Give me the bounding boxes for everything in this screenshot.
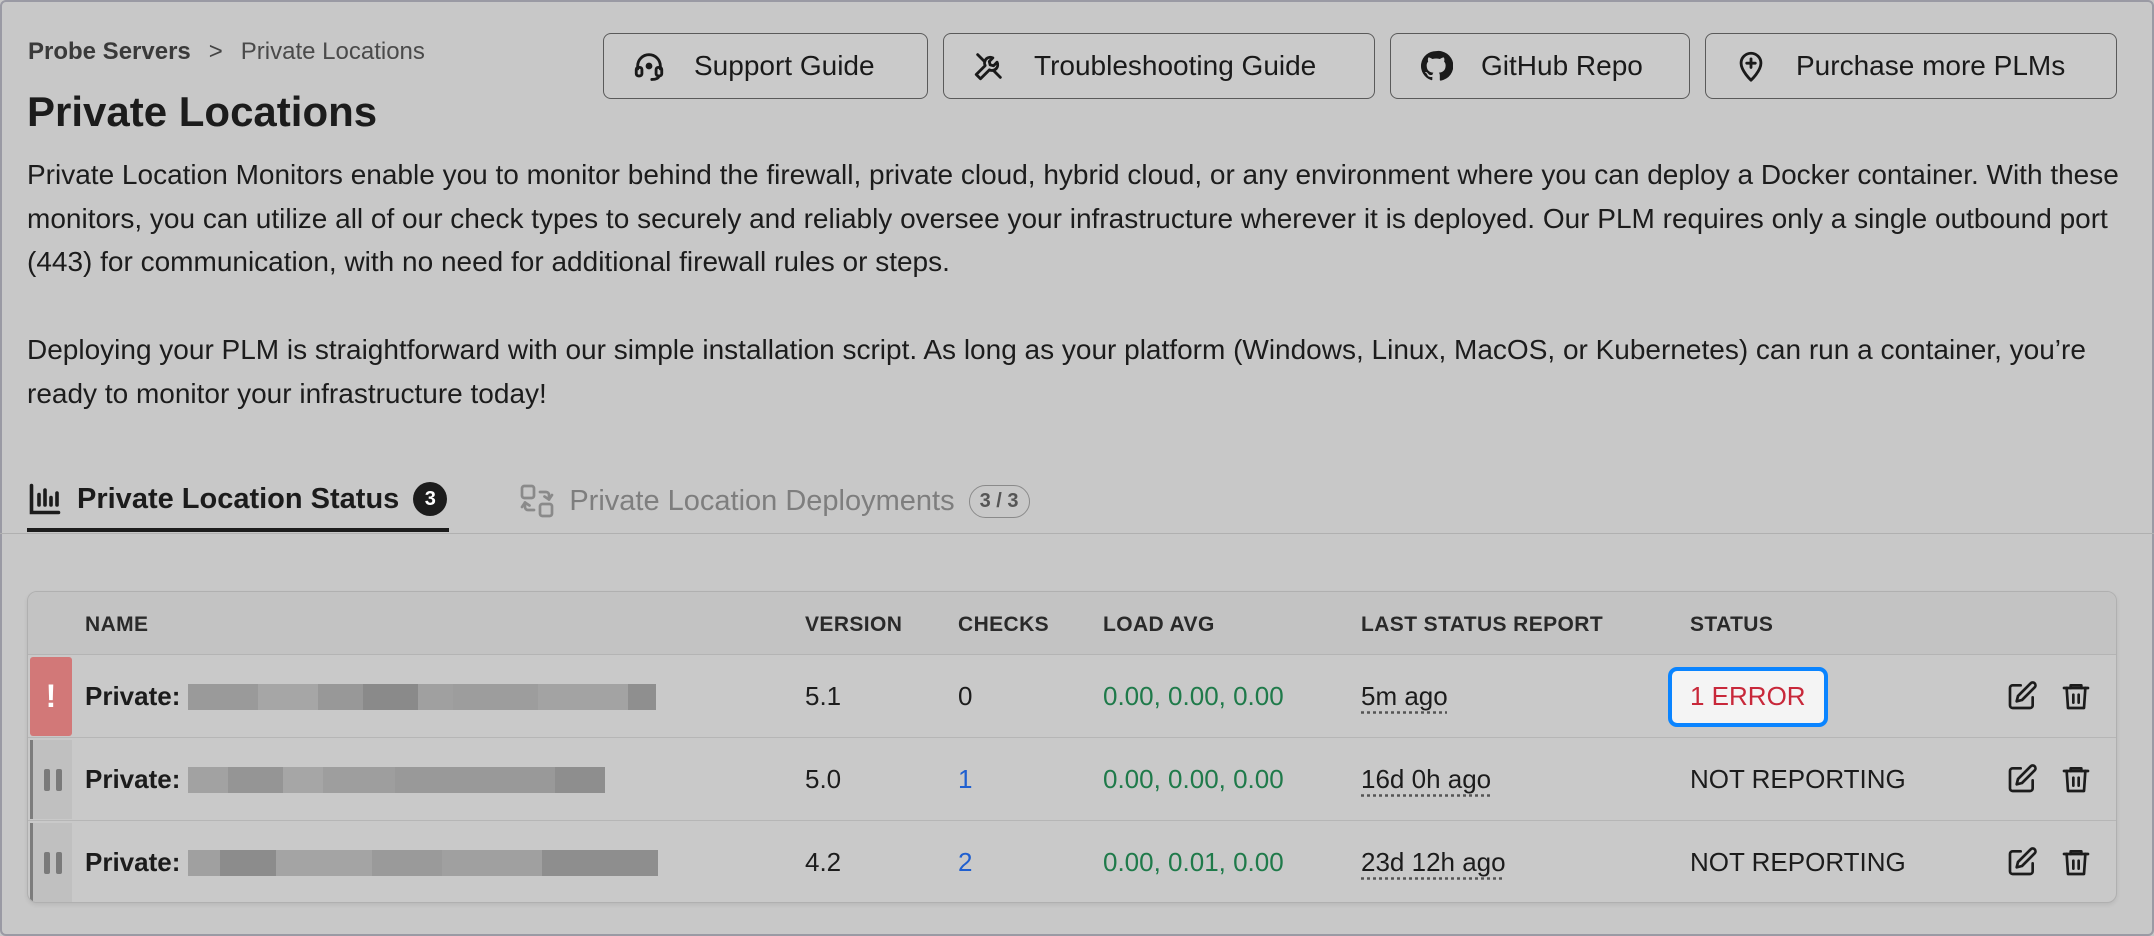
last-status-text[interactable]: 5m ago	[1361, 681, 1448, 712]
status-error-badge[interactable]: 1 ERROR	[1668, 666, 1828, 727]
edit-icon[interactable]	[2006, 846, 2038, 878]
status-not-reporting: NOT REPORTING	[1690, 764, 1906, 794]
tab-private-location-deployments[interactable]: Private Location Deployments 3 / 3	[519, 470, 1030, 532]
breadcrumb-separator: >	[208, 38, 223, 65]
column-version: VERSION	[805, 613, 903, 636]
description-paragraph-1: Private Location Monitors enable you to …	[27, 159, 2119, 277]
tabs-divider	[0, 533, 2154, 534]
headset-icon	[634, 53, 664, 81]
load-avg-cell: 0.00, 0.00, 0.00	[1103, 681, 1284, 711]
trash-icon[interactable]	[2060, 846, 2092, 878]
private-locations-table: NAME VERSION CHECKS LOAD AVG LAST STATUS…	[27, 591, 2117, 903]
checks-link[interactable]: 1	[958, 738, 972, 821]
trash-icon[interactable]	[2060, 763, 2092, 795]
load-avg-cell: 0.00, 0.00, 0.00	[1103, 764, 1284, 794]
table-row[interactable]: ! Private: 5.1 0 0.00, 0.00, 0.00 5m ago…	[28, 655, 2116, 738]
status-cell: 1 ERROR	[1668, 655, 1828, 738]
breadcrumb-probe-servers[interactable]: Probe Servers	[28, 38, 191, 66]
github-repo-label: GitHub Repo	[1481, 50, 1643, 81]
tools-icon	[974, 53, 1002, 81]
version-cell: 5.1	[805, 681, 842, 711]
last-status-cell: 23d 12h ago	[1361, 821, 1506, 902]
table-header: NAME VERSION CHECKS LOAD AVG LAST STATUS…	[28, 592, 2116, 655]
edit-icon[interactable]	[2006, 680, 2038, 712]
header-actions: Support Guide Troubleshooting Guide GitH…	[603, 33, 2117, 99]
column-status: STATUS	[1690, 613, 1774, 636]
location-name[interactable]: Private:	[85, 821, 659, 902]
redacted-name	[188, 849, 659, 876]
tab-private-location-status[interactable]: Private Location Status 3	[27, 470, 450, 532]
support-guide-button[interactable]: Support Guide	[603, 33, 928, 99]
bar-chart-icon	[29, 483, 61, 515]
paused-indicator	[30, 740, 72, 819]
error-indicator: !	[30, 657, 72, 736]
breadcrumb: Probe Servers > Private Locations	[28, 38, 425, 66]
version-cell: 4.2	[805, 847, 842, 877]
column-checks: CHECKS	[958, 613, 1050, 636]
version-cell: 5.0	[805, 764, 842, 794]
location-name[interactable]: Private:	[85, 655, 657, 738]
edit-icon[interactable]	[2006, 763, 2038, 795]
last-status-text[interactable]: 23d 12h ago	[1361, 847, 1506, 878]
column-load-avg: LOAD AVG	[1103, 613, 1215, 636]
column-last-status-report: LAST STATUS REPORT	[1361, 613, 1604, 636]
location-name[interactable]: Private:	[85, 738, 606, 821]
last-status-cell: 5m ago	[1361, 655, 1448, 738]
tab-bar: Private Location Status 3 Private Locati…	[27, 470, 1030, 532]
status-count-badge: 3	[413, 482, 448, 516]
table-row[interactable]: Private: 5.0 1 0.00, 0.00, 0.00 16d 0h a…	[28, 738, 2116, 821]
location-name-prefix: Private:	[85, 847, 181, 877]
breadcrumb-current: Private Locations	[240, 38, 425, 65]
location-name-prefix: Private:	[85, 764, 181, 794]
location-plus-icon	[1739, 51, 1763, 82]
table-row[interactable]: Private: 4.2 2 0.00, 0.01, 0.00 23d 12h …	[28, 821, 2116, 902]
paused-indicator	[30, 823, 72, 902]
tab-deployments-label: Private Location Deployments	[569, 484, 955, 517]
location-name-prefix: Private:	[85, 681, 181, 711]
purchase-plms-button[interactable]: Purchase more PLMs	[1705, 33, 2117, 99]
tab-status-label: Private Location Status	[77, 482, 400, 515]
last-status-text[interactable]: 16d 0h ago	[1361, 764, 1491, 795]
status-not-reporting: NOT REPORTING	[1690, 847, 1906, 877]
page-title: Private Locations	[27, 88, 378, 135]
checks-link[interactable]: 2	[958, 821, 972, 902]
troubleshooting-guide-button[interactable]: Troubleshooting Guide	[943, 33, 1375, 99]
checks-cell: 0	[958, 681, 973, 711]
redacted-name	[188, 766, 606, 793]
description-paragraph-2: Deploying your PLM is straightforward wi…	[27, 334, 2086, 409]
redacted-name	[188, 683, 657, 710]
github-icon	[1420, 50, 1453, 81]
trash-icon[interactable]	[2060, 680, 2092, 712]
deployments-icon	[520, 484, 554, 518]
github-repo-button[interactable]: GitHub Repo	[1390, 33, 1690, 99]
deployments-count-badge: 3 / 3	[968, 484, 1030, 518]
troubleshooting-guide-label: Troubleshooting Guide	[1034, 50, 1317, 81]
purchase-plms-label: Purchase more PLMs	[1796, 50, 2066, 81]
support-guide-label: Support Guide	[694, 50, 875, 81]
column-name: NAME	[85, 613, 149, 636]
load-avg-cell: 0.00, 0.01, 0.00	[1103, 847, 1284, 877]
last-status-cell: 16d 0h ago	[1361, 738, 1491, 821]
